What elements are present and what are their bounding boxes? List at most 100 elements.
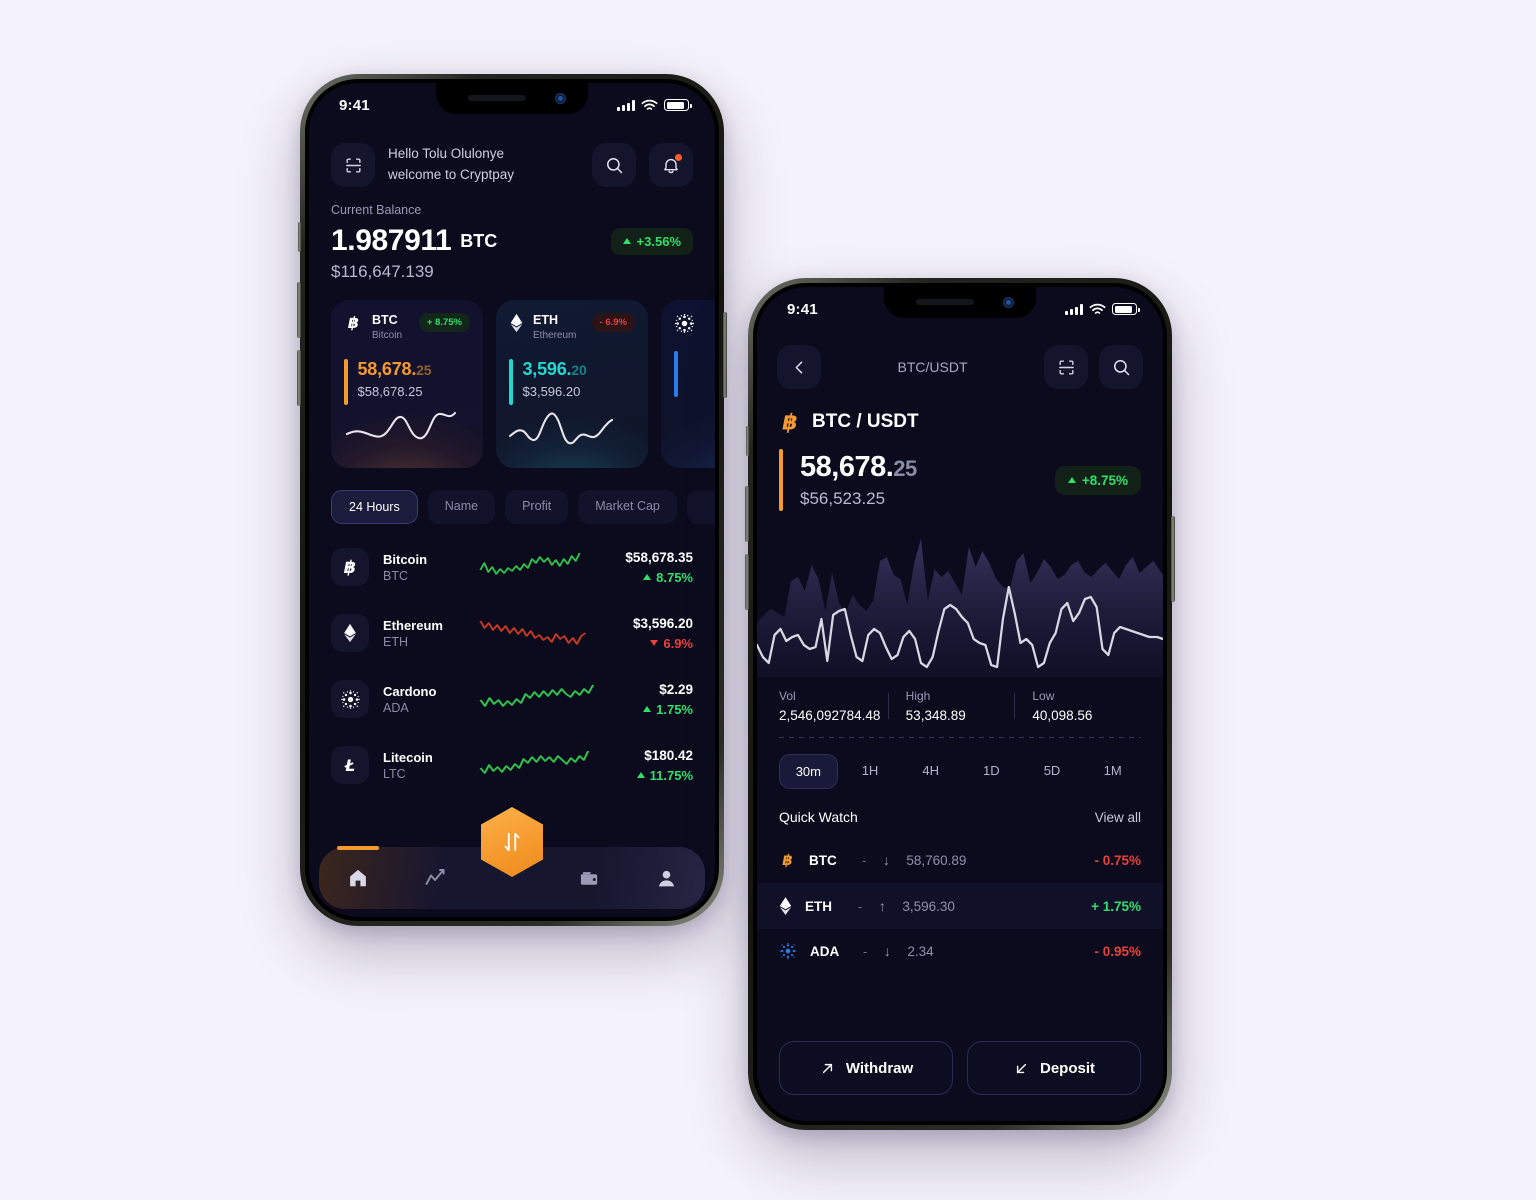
svg-text:฿: ฿ — [782, 410, 797, 435]
speaker-grille — [468, 95, 526, 101]
deposit-button[interactable]: Deposit — [967, 1041, 1141, 1095]
coin-card-change: - 6.9% — [591, 313, 635, 332]
coin-symbol: BTC — [383, 568, 408, 583]
volume-down-button[interactable] — [297, 350, 301, 406]
coin-card-carousel[interactable]: ฿ BTC Bitcoin + 8.75% 58,678.25 $58,678.… — [309, 282, 715, 468]
filter-chip-24-hours[interactable]: 24 Hours — [331, 490, 418, 524]
coin-price: $180.42 — [644, 747, 693, 763]
coin-icon-wrap — [331, 614, 369, 652]
timeframe-30m[interactable]: 30m — [779, 754, 838, 789]
coin-card-header: ETH Ethereum - 6.9% — [509, 313, 635, 342]
coin-card-btc[interactable]: ฿ BTC Bitcoin + 8.75% 58,678.25 $58,678.… — [331, 300, 483, 468]
svg-text:฿: ฿ — [344, 558, 356, 577]
list-item[interactable]: ฿ Bitcoin BTC $58,678.35 8.75% — [331, 534, 693, 600]
quick-watch-header: Quick Watch View all — [757, 805, 1163, 837]
volume-up-button[interactable] — [745, 486, 749, 542]
speaker-grille — [916, 299, 974, 305]
timeframe-5d[interactable]: 5D — [1024, 754, 1081, 789]
swap-button[interactable] — [481, 807, 543, 877]
notifications-button[interactable] — [649, 143, 693, 187]
volume-down-button[interactable] — [745, 554, 749, 610]
price-chart[interactable] — [757, 517, 1163, 677]
litecoin-icon: Ł — [344, 756, 355, 775]
coin-card-price-usd: $58,678.25 — [357, 383, 423, 399]
pair-price: 58,678.25 — [800, 451, 917, 483]
notch — [436, 83, 588, 114]
balance-section: Current Balance 1.987911 BTC +3.56% $116… — [309, 187, 715, 282]
tab-markets[interactable] — [396, 847, 473, 909]
timeframe-selector[interactable]: 30m 1H 4H 1D 5D 1M — [757, 738, 1163, 805]
qw-symbol: ADA — [810, 943, 840, 959]
volume-up-button[interactable] — [297, 282, 301, 338]
timeframe-4h[interactable]: 4H — [902, 754, 959, 789]
swap-icon — [504, 832, 520, 852]
filter-chip-profit[interactable]: Profit — [505, 490, 569, 524]
mute-switch[interactable] — [746, 426, 749, 456]
chevron-left-icon — [795, 360, 802, 374]
filter-chip-market-cap[interactable]: Market Cap — [578, 490, 677, 524]
timeframe-1m[interactable]: 1M — [1084, 754, 1141, 789]
list-item[interactable]: Cardono ADA $2.29 1.75% — [331, 666, 693, 732]
scan-button[interactable] — [1044, 345, 1088, 389]
mute-switch[interactable] — [298, 222, 301, 252]
power-button[interactable] — [1171, 516, 1175, 602]
row-sparkline — [479, 684, 595, 707]
ethereum-icon — [344, 623, 356, 643]
scan-icon — [1058, 359, 1074, 375]
power-button[interactable] — [723, 312, 727, 398]
filter-chip-name[interactable]: Name — [427, 490, 496, 524]
timeframe-1h[interactable]: 1H — [842, 754, 899, 789]
withdraw-button[interactable]: Withdraw — [779, 1041, 953, 1095]
qw-value: 2.34 — [907, 943, 934, 959]
coin-icon-wrap: ฿ — [331, 548, 369, 586]
svg-text:Ł: Ł — [344, 756, 355, 775]
coin-card-ada[interactable] — [661, 300, 715, 468]
cardano-icon — [779, 942, 797, 960]
status-time: 9:41 — [339, 96, 370, 114]
coin-card-eth[interactable]: ETH Ethereum - 6.9% 3,596.20 $3,596.20 — [496, 300, 648, 468]
stat-key: Vol — [779, 689, 796, 703]
search-button[interactable] — [592, 143, 636, 187]
coin-icon-wrap: Ł — [331, 746, 369, 784]
quick-watch-row[interactable]: ฿ BTC - ↓ 58,760.89 - 0.75% — [757, 837, 1163, 883]
qw-dash: - — [863, 943, 868, 959]
accent-bar — [674, 351, 678, 397]
coin-icon-wrap — [331, 680, 369, 718]
timeframe-1d[interactable]: 1D — [963, 754, 1020, 789]
filter-chip-row[interactable]: 24 Hours Name Profit Market Cap — [309, 468, 715, 524]
coin-values: $180.42 11.75% — [636, 747, 693, 783]
tab-wallet[interactable] — [551, 847, 628, 909]
svg-text:฿: ฿ — [348, 313, 359, 332]
coin-card-sparkline — [345, 411, 457, 440]
tab-profile[interactable] — [628, 847, 705, 909]
tab-home[interactable] — [319, 846, 396, 909]
list-item[interactable]: Ł Litecoin LTC $180.42 11.75% — [331, 732, 693, 798]
price-chart-svg — [757, 539, 1163, 677]
coin-change: 6.9% — [633, 636, 693, 651]
chart-icon — [425, 869, 445, 885]
search-button[interactable] — [1099, 345, 1143, 389]
triangle-up-icon — [643, 706, 652, 712]
notification-badge — [675, 154, 682, 161]
coin-change: 11.75% — [636, 768, 693, 783]
balance-unit: BTC — [460, 230, 498, 251]
list-item[interactable]: Ethereum ETH $3,596.20 6.9% — [331, 600, 693, 666]
view-all-link[interactable]: View all — [1095, 810, 1141, 825]
arrow-up-icon: ↑ — [878, 898, 886, 914]
quick-watch-row[interactable]: ADA - ↓ 2.34 - 0.95% — [757, 929, 1163, 973]
active-tab-indicator — [336, 846, 379, 850]
triangle-up-icon — [1067, 477, 1076, 483]
front-camera — [1003, 297, 1014, 308]
swap-fab-wrap — [481, 807, 543, 877]
coin-change: 1.75% — [643, 702, 693, 717]
ethereum-icon — [510, 313, 523, 333]
wifi-icon — [1089, 303, 1106, 314]
back-button[interactable] — [777, 345, 821, 389]
home-header: Hello Tolu Olulonye welcome to Cryptpay — [309, 127, 715, 187]
scan-button[interactable] — [331, 143, 375, 187]
detail-app-content: BTC/USDT ฿ BTC / USDT 58,678.25 $56,523.… — [757, 287, 1163, 1121]
quick-watch-row[interactable]: ETH - ↑ 3,596.30 + 1.75% — [757, 883, 1163, 929]
pair-row: ฿ BTC / USDT — [757, 389, 1163, 435]
volume-area — [757, 539, 1163, 677]
filter-chip-overflow[interactable] — [686, 490, 715, 524]
